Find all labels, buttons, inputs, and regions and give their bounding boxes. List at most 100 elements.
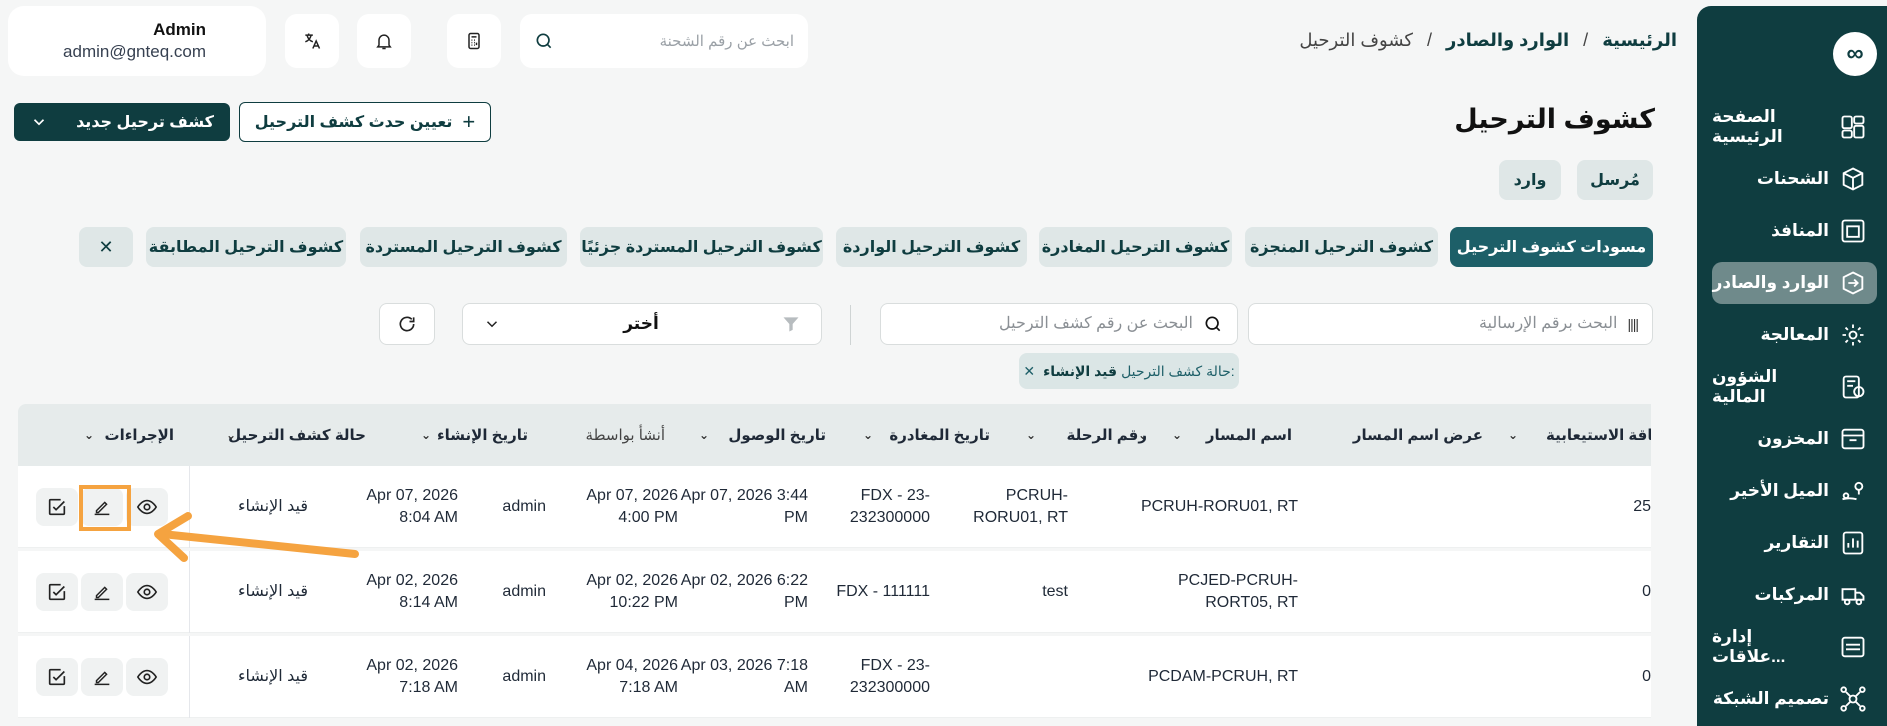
inbound-outbound-icon [1842, 271, 1864, 295]
cell-arrival: Apr 04, 2026 7:18 AM [586, 656, 678, 696]
sidebar-item-reports[interactable]: التقارير [1712, 522, 1877, 564]
calculator-icon [468, 32, 480, 50]
tab-matched[interactable]: كشوف الترحيل المطابقة [146, 227, 346, 267]
manifest-search[interactable] [880, 303, 1238, 345]
inventory-icon [1841, 428, 1865, 450]
breadcrumb: الرئيسية / الوارد والصادر / كشوف الترحيل [1299, 30, 1677, 51]
col-created-by-label: أنشأ بواسطة [585, 427, 665, 444]
approve-button[interactable] [36, 488, 78, 526]
sidebar-item-vehicles[interactable]: المركبات [1712, 574, 1877, 616]
breadcrumb-home[interactable]: الرئيسية [1602, 30, 1677, 51]
tab-incoming[interactable]: وارد [1499, 160, 1561, 200]
sidebar-item-processing[interactable]: المعالجة [1712, 314, 1877, 356]
sidebar: ∞ الصفحة الرئيسية الشحنات المنافذ الوارد وا… [1697, 6, 1887, 726]
assign-event-button[interactable]: + تعيين حدث كشف الترحيل [239, 102, 491, 142]
col-created-at[interactable]: تاريخ الإنشاء ⌄ [421, 404, 528, 466]
crm-icon [1841, 636, 1865, 658]
breadcrumb-separator: / [1583, 30, 1589, 50]
translate-button[interactable] [285, 14, 339, 68]
network-icon [1840, 686, 1866, 712]
tab-departed[interactable]: كشوف الترحيل المغادرة [1039, 227, 1232, 267]
approve-button[interactable] [36, 658, 78, 696]
new-manifest-button[interactable]: كشف ترحيل جديد [14, 103, 230, 141]
logo[interactable]: ∞ [1833, 32, 1877, 76]
table-row: 0 PCDAM-PCRUH, RT FDX - 23- 232300000 Apr 0… [18, 636, 1651, 718]
tab-returned[interactable]: كشوف الترحيل المستردة [360, 227, 567, 267]
chevron-down-icon: ⌄ [226, 428, 237, 442]
pencil-icon [94, 671, 110, 686]
chevron-down-icon [486, 321, 498, 328]
pencil-icon [94, 586, 110, 601]
sidebar-item-gate[interactable]: المنافذ [1712, 210, 1877, 252]
cell-departure: Apr 07, 2026 3:44 PM [680, 486, 808, 526]
filter-select[interactable]: أختر [462, 303, 822, 345]
waybill-search[interactable]: |||| [1248, 303, 1653, 345]
tab-partially-returned[interactable]: كشوف الترحيل المستردة جزئيًا [580, 227, 823, 267]
notifications-button[interactable] [357, 14, 411, 68]
finance-icon [1842, 375, 1865, 399]
edit-button[interactable] [81, 573, 123, 611]
col-created-by: أنشأ بواسطة [538, 404, 665, 466]
breadcrumb-inbound-outbound[interactable]: الوارد والصادر [1446, 30, 1569, 51]
page-title: كشوف الترحيل [1454, 104, 1655, 134]
sidebar-item-finance[interactable]: الشؤون المالية [1712, 366, 1877, 408]
highlight-edit-box [79, 485, 131, 531]
chevron-down-icon: ⌄ [84, 428, 95, 442]
tab-incoming-manifests[interactable]: كشوف الترحيل الواردة [836, 227, 1027, 267]
sidebar-item-label: الوارد والصادر [1712, 273, 1829, 292]
sidebar-item-inventory[interactable]: المخزون [1712, 418, 1877, 460]
tab-completed[interactable]: كشوف الترحيل المنجزة [1245, 227, 1438, 267]
chevron-down-icon: ⌄ [699, 428, 710, 442]
processing-icon [1842, 324, 1864, 346]
filter-divider [850, 305, 851, 345]
cell-created-by: admin [502, 667, 546, 685]
edit-button[interactable] [81, 658, 123, 696]
search-icon [1205, 316, 1221, 332]
dashboard-icon [1841, 115, 1865, 139]
sidebar-item-package[interactable]: الشحنات [1712, 158, 1877, 200]
approve-button[interactable] [36, 573, 78, 611]
col-arrival[interactable]: تاريخ الوصول ⌄ [699, 404, 826, 466]
cell-arrival: Apr 02, 2026 10:22 PM [586, 571, 678, 611]
tab-sent[interactable]: مُرسل [1577, 160, 1653, 200]
user-card[interactable]: Admin admin@gnteq.com [8, 6, 266, 76]
col-status[interactable]: حالة كشف الترحيل ⌄ [226, 404, 366, 466]
sidebar-item-network[interactable]: تصميم الشبكة [1712, 678, 1877, 720]
cell-departure: Apr 02, 2026 6:22 PM [680, 571, 808, 611]
col-flight[interactable]: رقم الرحلة ⌄ [1026, 404, 1147, 466]
check-square-icon [48, 668, 66, 686]
sidebar-item-last-mile[interactable]: الميل الأخير [1712, 470, 1877, 512]
sidebar-item-dashboard[interactable]: الصفحة الرئيسية [1712, 106, 1877, 148]
remove-filter-icon[interactable]: ✕ [1023, 363, 1035, 380]
shipment-search-input[interactable] [554, 32, 794, 50]
col-route-name[interactable]: اسم المسار ⌄ [1172, 404, 1292, 466]
shipment-search[interactable] [520, 14, 808, 68]
table-header: طاقة الاستيعابية ⌄ عرض اسم المسار ⌄ اسم ا… [18, 404, 1651, 466]
sidebar-item-crm[interactable]: إدارة علاقات... [1712, 626, 1877, 668]
col-actions[interactable]: الإجراءات ⌄ [84, 404, 174, 466]
waybill-search-input[interactable] [1263, 315, 1618, 333]
status-filter-value: قيد الإنشاء [1043, 362, 1118, 379]
cell-arrival: Apr 07, 2026 4:00 PM [586, 486, 678, 526]
sidebar-item-inbound-outbound[interactable]: الوارد والصادر [1712, 262, 1877, 304]
tab-drafts[interactable]: مسودات كشوف الترحيل [1450, 227, 1653, 267]
cell-created-by: admin [502, 497, 546, 515]
view-button[interactable] [126, 658, 168, 696]
translate-icon [305, 33, 321, 49]
refresh-button[interactable] [379, 303, 435, 345]
sidebar-item-label: إدارة علاقات... [1712, 627, 1786, 666]
sidebar-item-label: الميل الأخير [1730, 481, 1829, 500]
eye-icon [136, 584, 158, 600]
col-departure[interactable]: تاريخ المغادرة ⌄ [863, 404, 990, 466]
clear-tabs-button[interactable]: ✕ [79, 227, 133, 267]
col-route-name-label: اسم المسار [1205, 427, 1292, 444]
refresh-icon [399, 316, 415, 332]
view-button[interactable] [126, 573, 168, 611]
manifest-search-input[interactable] [895, 315, 1193, 333]
col-created-at-label: تاريخ الإنشاء [436, 427, 528, 444]
sidebar-item-label: الشحنات [1756, 169, 1829, 188]
col-capacity[interactable]: طاقة الاستيعابية [1546, 404, 1651, 466]
breadcrumb-current: كشوف الترحيل [1299, 30, 1413, 50]
calculator-button[interactable] [447, 14, 501, 68]
sidebar-nav: الصفحة الرئيسية الشحنات المنافذ الوارد والص… [1697, 106, 1887, 726]
